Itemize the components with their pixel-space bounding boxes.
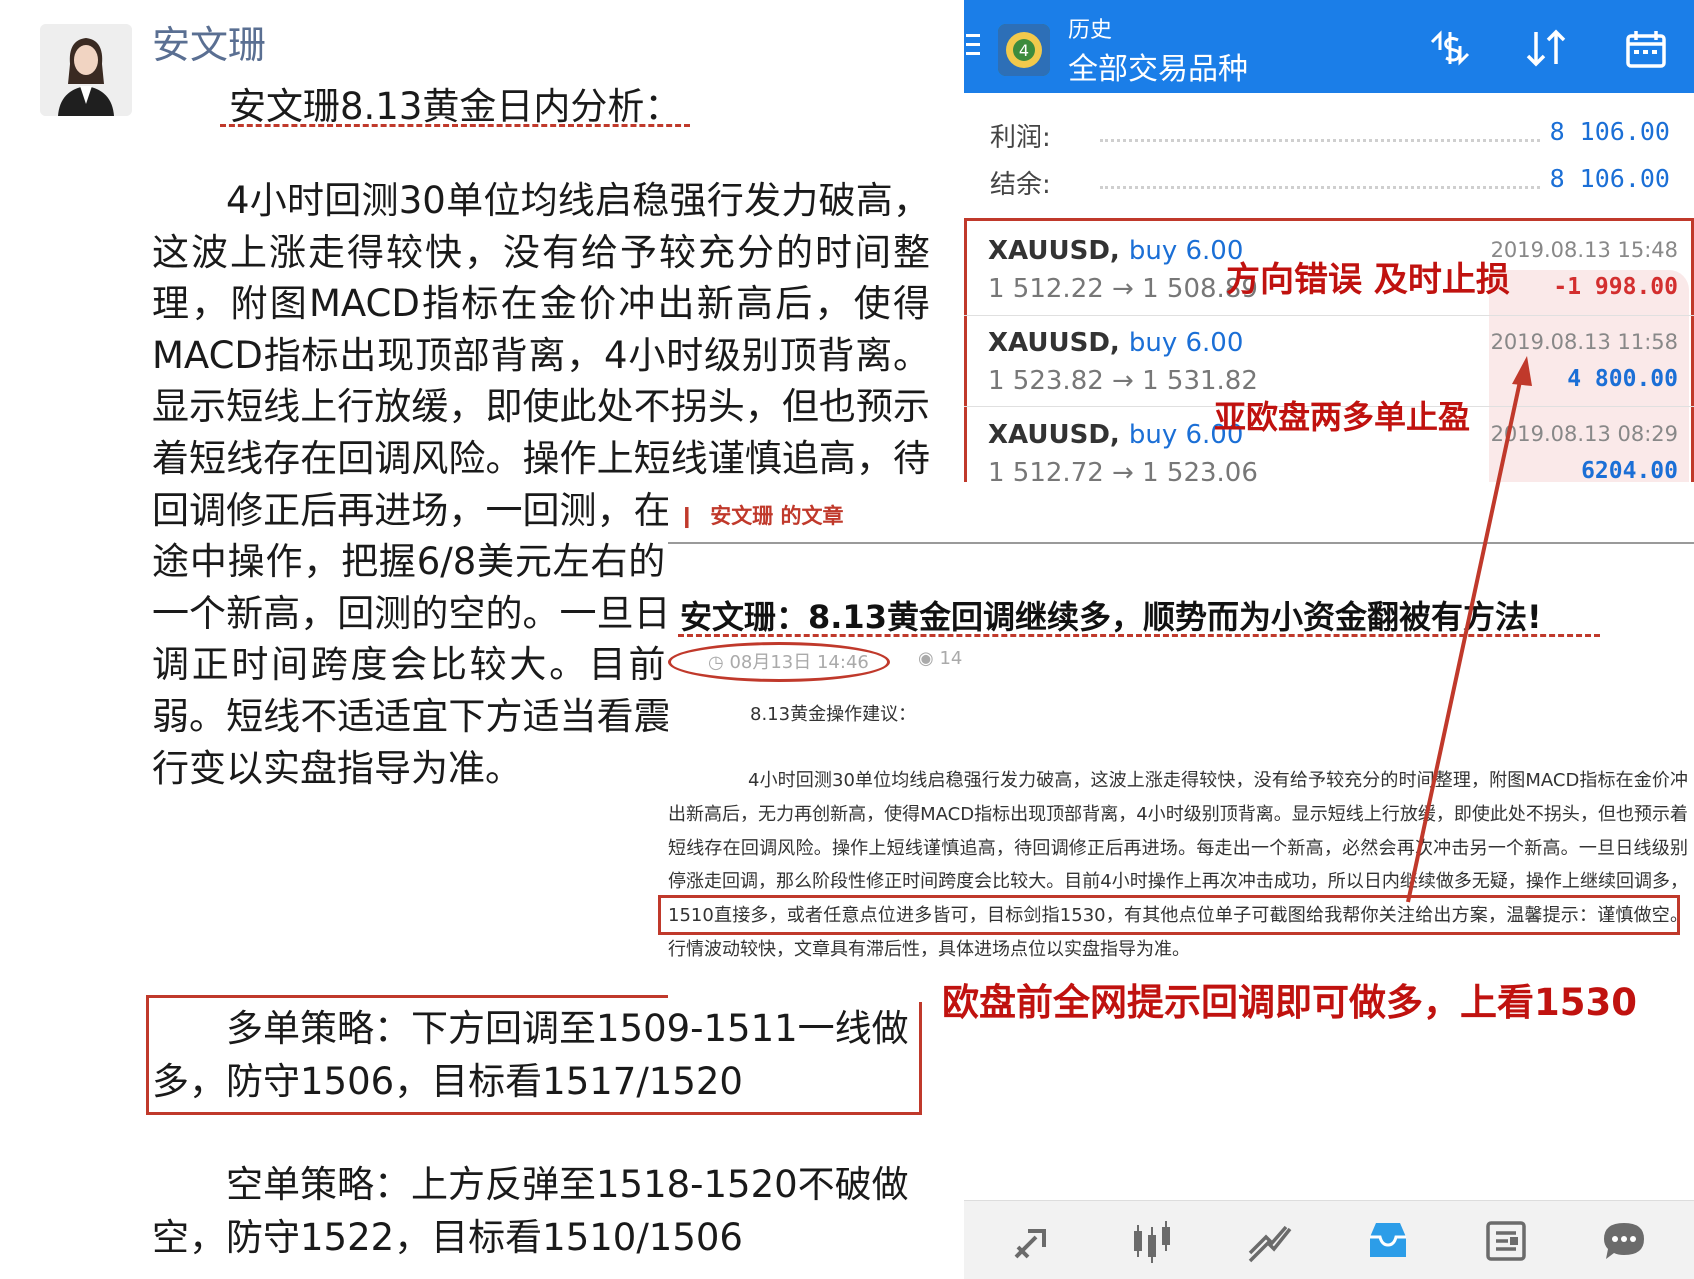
trade-profit: 4 800.00 [1567, 366, 1678, 392]
overlay-body: 4小时回测30单位均线启稳强行发力破高，这波上涨走得较快，没有给予较充分的时间整… [668, 770, 1688, 960]
trade-symbol: XAUUSD, buy 6.00 [988, 420, 1244, 450]
avatar[interactable] [40, 24, 132, 116]
profit-label: 利润: [990, 123, 1051, 153]
trade-time: 2019.08.13 15:48 [1490, 238, 1678, 262]
sort-icon[interactable] [1524, 28, 1568, 68]
stop-loss-annotation: 方向错误 及时止损 [1226, 260, 1510, 300]
chart-icon[interactable] [1246, 1217, 1294, 1265]
trade-profit: -1 998.00 [1553, 274, 1678, 300]
app-header: 4 历史 全部交易品种 [964, 0, 1694, 93]
view-count: ◉ 14 [918, 648, 963, 669]
balance-label: 结余: [990, 170, 1051, 200]
trade-profit: 6204.00 [1581, 458, 1678, 484]
metatrader-logo-icon: 4 [998, 24, 1050, 76]
profit-row: 利润: 8 106.00 [990, 117, 1670, 157]
chat-icon[interactable] [1600, 1217, 1648, 1265]
balance-value: 8 106.00 [1549, 164, 1670, 193]
trade-time: 2019.08.13 08:29 [1490, 422, 1678, 446]
title-underline [678, 634, 1600, 637]
calendar-icon[interactable] [1624, 28, 1668, 68]
trade-symbol: XAUUSD, buy 6.00 [988, 236, 1244, 266]
sender-name[interactable]: 安文珊 [152, 14, 266, 69]
svg-text:4: 4 [1019, 41, 1029, 60]
currency-exchange-icon[interactable] [1428, 28, 1472, 68]
menu-icon[interactable] [966, 34, 980, 56]
bottom-navigation [964, 1200, 1694, 1279]
history-icon[interactable] [1364, 1217, 1412, 1265]
author-tag[interactable]: ❙ 安文珊 的文章 [678, 500, 844, 530]
profit-value: 8 106.00 [1549, 117, 1670, 146]
row-divider [964, 315, 1694, 316]
article-title: 安文珊8.13黄金日内分析： [229, 85, 682, 128]
news-icon[interactable] [1482, 1217, 1530, 1265]
article-screenshot: ❙ 安文珊 的文章 安文珊：8.13黄金回调继续多，顺势而为小资金翻被有方法! … [658, 482, 1694, 1002]
header-title: 历史 [1068, 18, 1113, 43]
balance-row: 结余: 8 106.00 [990, 164, 1670, 204]
clock-icon: ◷ [708, 652, 724, 673]
title-underline [220, 124, 690, 127]
long-strategy: 多单策略：下方回调至1509-1511一线做多，防守1506，目标看1517/1… [152, 1007, 909, 1103]
target-highlight [658, 895, 1680, 935]
overlay-subtitle: 8.13黄金操作建议： [750, 704, 917, 725]
dot-leader [1100, 186, 1540, 189]
publish-date: ◷ 08月13日 14:46 [708, 652, 869, 673]
divider [668, 542, 1694, 544]
trade-icon[interactable] [1010, 1217, 1058, 1265]
dot-leader [1100, 139, 1540, 142]
trade-prices: 1 512.22 → 1 508.89 [988, 274, 1258, 304]
callout-annotation: 欧盘前全网提示回调即可做多，上看1530 [942, 981, 1637, 1024]
eye-icon: ◉ [918, 648, 934, 669]
short-strategy: 空单策略：上方反弹至1518-1520不破做空，防守1522，目标看1510/1… [152, 1163, 909, 1259]
overlay-title: 安文珊：8.13黄金回调继续多，顺势而为小资金翻被有方法! [680, 598, 1542, 636]
trade-time: 2019.08.13 11:58 [1490, 330, 1678, 354]
take-profit-annotation: 亚欧盘两多单止盈 [1214, 398, 1471, 436]
candles-icon[interactable] [1128, 1217, 1176, 1265]
trade-side: buy 6.00 [1128, 328, 1244, 358]
trade-symbol: XAUUSD, buy 6.00 [988, 328, 1244, 358]
header-subtitle[interactable]: 全部交易品种 [1068, 44, 1248, 88]
